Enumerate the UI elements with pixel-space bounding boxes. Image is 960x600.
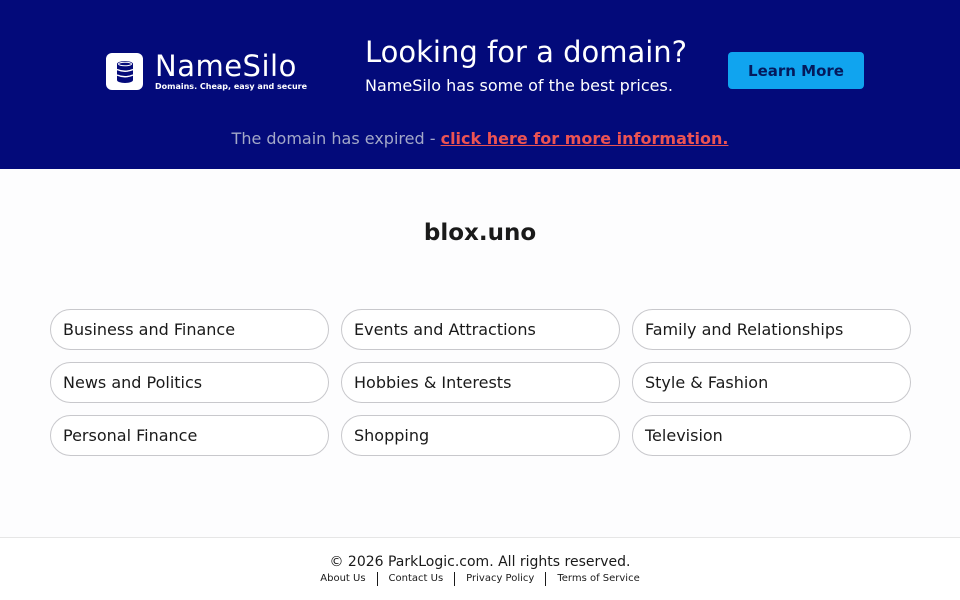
category-link[interactable]: Family and Relationships [632,309,911,350]
logo-tagline: Domains. Cheap, easy and secure [155,82,308,91]
learn-more-button[interactable]: Learn More [728,52,864,89]
footer: © 2026 ParkLogic.com. All rights reserve… [0,537,960,600]
copyright-text: © 2026 ParkLogic.com. All rights reserve… [329,554,631,570]
domain-name-heading: blox.uno [423,220,537,246]
promo-title: Looking for a domain? [365,35,688,69]
category-link[interactable]: News and Politics [50,362,329,403]
namesilo-logo[interactable]: NameSilo Domains. Cheap, easy and secure [106,51,307,92]
category-link[interactable]: Business and Finance [50,309,329,350]
category-link[interactable]: Television [632,415,911,456]
logo-text: NameSilo Domains. Cheap, easy and secure [155,51,307,92]
category-grid: Business and Finance Events and Attracti… [50,309,911,456]
footer-links: About Us Contact Us Privacy Policy Terms… [0,572,960,586]
promo-block: Looking for a domain? NameSilo has some … [365,34,687,98]
privacy-policy-link[interactable]: Privacy Policy [455,572,545,586]
category-link[interactable]: Hobbies & Interests [341,362,620,403]
promo-subtitle: NameSilo has some of the best prices. [365,76,673,95]
database-icon [106,53,143,90]
logo-name: NameSilo [155,49,297,83]
category-link[interactable]: Style & Fashion [632,362,911,403]
about-us-link[interactable]: About Us [309,572,376,586]
expired-text: The domain has expired - [231,129,441,148]
namesilo-banner: NameSilo Domains. Cheap, easy and secure… [0,0,960,169]
contact-us-link[interactable]: Contact Us [378,572,455,586]
category-link[interactable]: Events and Attractions [341,309,620,350]
category-link[interactable]: Shopping [341,415,620,456]
category-link[interactable]: Personal Finance [50,415,329,456]
terms-of-service-link[interactable]: Terms of Service [546,572,650,586]
more-info-link[interactable]: click here for more information. [441,129,729,148]
expired-notice: The domain has expired - click here for … [0,128,960,150]
